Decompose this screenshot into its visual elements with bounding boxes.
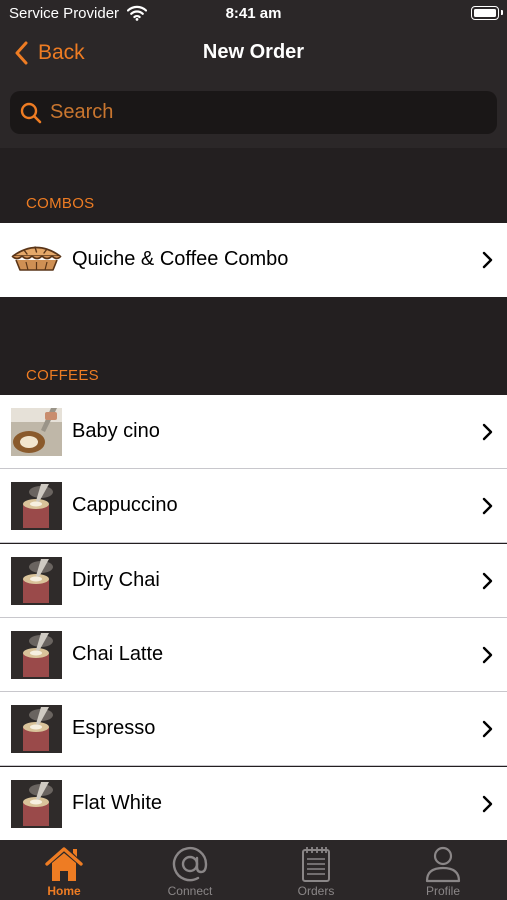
person-icon [425,846,461,883]
row-divider [0,542,507,543]
list-item-quiche-coffee-combo[interactable]: Quiche & Coffee Combo [0,223,507,297]
at-sign-icon [172,846,208,882]
chevron-right-icon [482,423,493,441]
tab-bar: Home Connect Orders Profile [0,840,507,900]
list-item-espresso[interactable]: Espresso [0,692,507,766]
tab-orders[interactable]: Orders [253,840,379,900]
list-item-baby-cino[interactable]: Baby cino [0,395,507,469]
latte-art-photo [11,482,62,530]
pie-icon [11,246,62,271]
chevron-right-icon [482,720,493,738]
navigation-bar: Back New Order [0,30,507,148]
chevron-right-icon [482,251,493,269]
search-bar[interactable] [10,91,497,134]
list-item-label: Cappuccino [72,494,178,516]
battery-icon [471,6,503,20]
list-item-label: Espresso [72,717,156,739]
list-item-label: Quiche & Coffee Combo [72,248,289,270]
search-icon [20,102,42,123]
tab-label: Home [47,884,81,898]
latte-art-photo [11,408,62,456]
chevron-right-icon [482,572,493,590]
latte-art-photo [11,631,62,679]
list-item-chai-latte[interactable]: Chai Latte [0,618,507,692]
latte-art-photo [11,557,62,605]
tab-profile[interactable]: Profile [380,840,506,900]
notepad-icon [302,847,330,882]
chevron-right-icon [482,795,493,813]
page-title: New Order [202,41,305,63]
section-header-combos: COMBOS [0,148,507,223]
home-icon [45,847,83,881]
section-header-coffees: COFFEES [0,297,507,395]
latte-art-photo [11,705,62,753]
list-item-flat-white[interactable]: Flat White [0,767,507,841]
list-item-dirty-chai[interactable]: Dirty Chai [0,544,507,618]
tab-label: Connect [167,884,213,898]
list-item-label: Baby cino [72,420,160,442]
tab-label: Profile [425,884,460,898]
chevron-right-icon [482,646,493,664]
status-bar: Service Provider 8:41 am [0,0,507,30]
chevron-right-icon [482,497,493,515]
section-title-combos: COMBOS [26,195,95,212]
section-title-coffees: COFFEES [26,367,99,384]
search-input[interactable] [50,101,470,124]
latte-art-photo [11,780,62,828]
list-item-label: Dirty Chai [72,569,160,591]
list-item-cappuccino[interactable]: Cappuccino [0,469,507,543]
tab-connect[interactable]: Connect [127,840,253,900]
clock: 8:41 am [225,5,282,22]
tab-label: Orders [297,884,335,898]
tab-home[interactable]: Home [1,840,127,900]
row-divider [0,765,507,766]
list-item-label: Flat White [72,792,163,814]
list-item-label: Chai Latte [72,643,164,665]
